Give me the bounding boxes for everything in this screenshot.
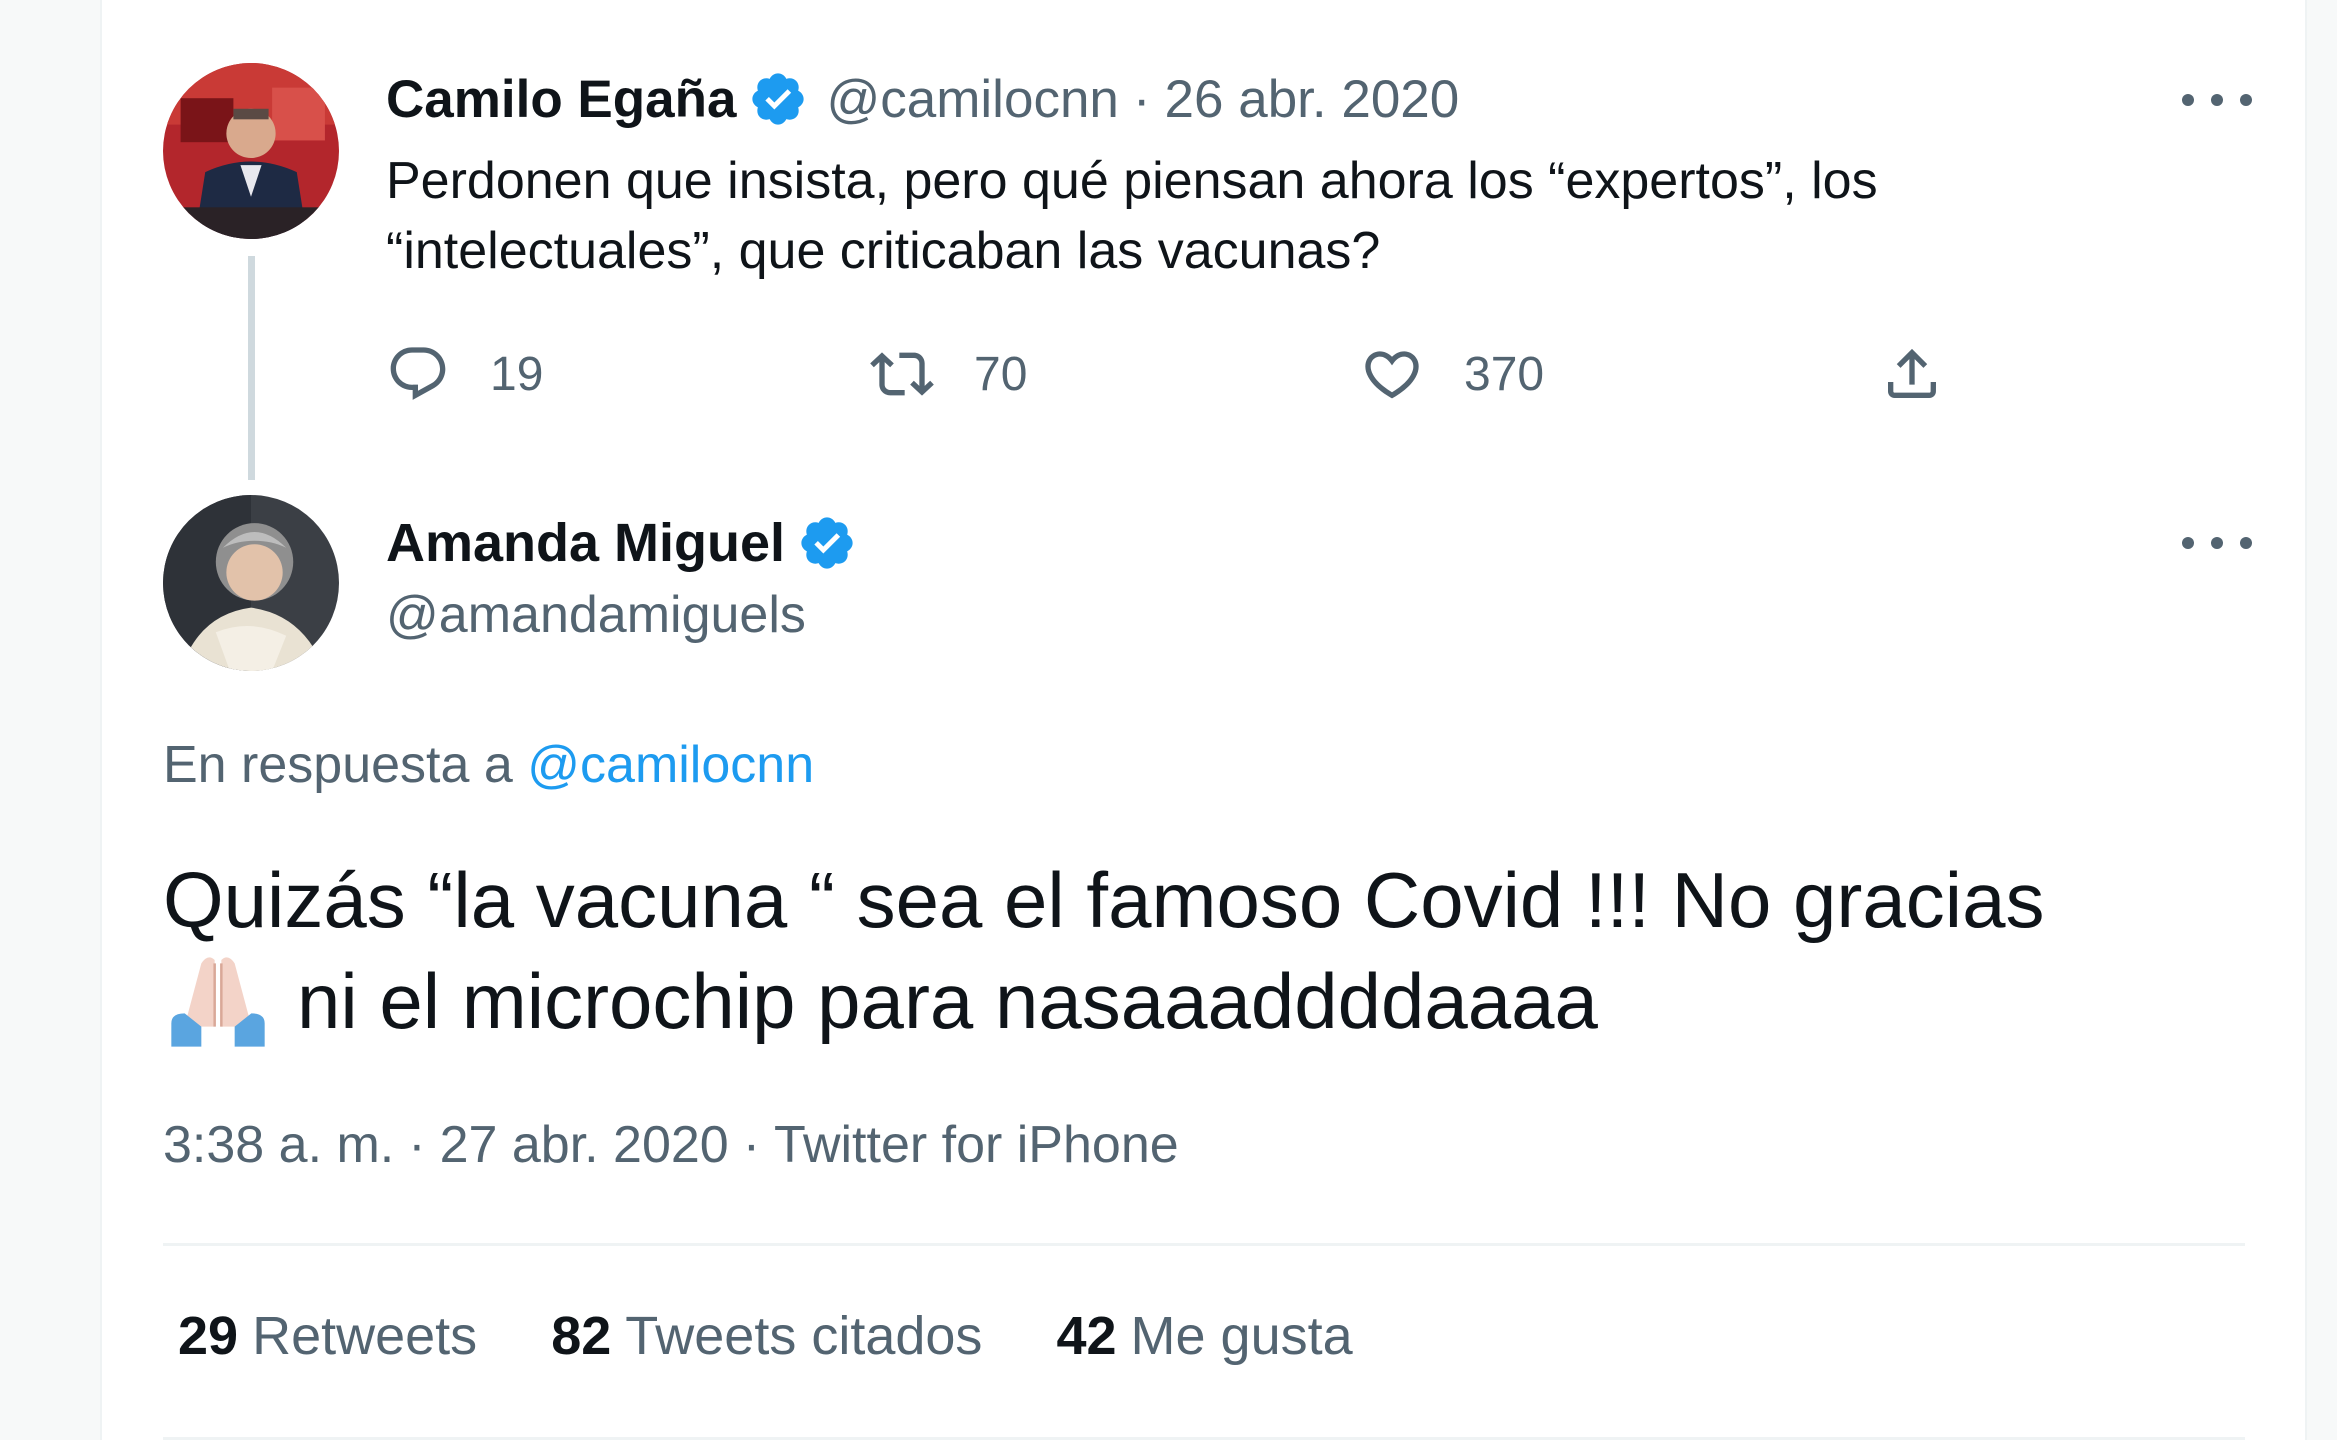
share-icon	[1880, 342, 1944, 406]
likes-count: 42	[1056, 1306, 1117, 1366]
quotes-stat[interactable]: 82 Tweets citados	[551, 1305, 982, 1367]
retweets-stat[interactable]: 29 Retweets	[178, 1305, 477, 1367]
folded-hands-emoji-icon	[163, 950, 273, 1050]
heart-icon	[1360, 342, 1424, 406]
quotes-label: Tweets citados	[625, 1306, 983, 1366]
parent-tweet-text: Perdonen que insista, pero qué piensan a…	[386, 152, 1878, 280]
avatar-amanda-image	[163, 495, 339, 671]
reply-count: 19	[490, 347, 544, 401]
tweet-date[interactable]: 27 abr. 2020	[440, 1116, 729, 1174]
right-scrollbar-area	[2305, 0, 2337, 1440]
parent-tweet-header: Camilo Egaña @camilocnn · 26 abr. 2020	[386, 64, 1459, 134]
reply-context: En respuesta a @camilocnn	[163, 735, 814, 795]
parent-author-handle[interactable]: @camilocnn	[826, 69, 1118, 130]
likes-label: Me gusta	[1130, 1306, 1353, 1366]
reply-icon	[386, 342, 450, 406]
main-author-name[interactable]: Amanda Miguel	[386, 512, 785, 574]
main-tweet-text-line-2: ni el microchip para nasaaaddddaaaa	[297, 957, 1598, 1045]
retweet-count: 70	[974, 347, 1028, 401]
retweet-button[interactable]: 70	[870, 334, 1027, 414]
like-button[interactable]: 370	[1360, 334, 1544, 414]
verified-badge-icon	[797, 513, 857, 573]
avatar-camilo-image	[163, 63, 339, 239]
reply-mention-link[interactable]: @camilocnn	[527, 736, 814, 794]
divider	[163, 1243, 2245, 1246]
main-tweet-text: Quizás “la vacuna “ sea el famoso Covid …	[163, 850, 2303, 1051]
more-options-icon[interactable]	[2182, 523, 2252, 563]
share-button[interactable]	[1880, 334, 1944, 414]
tweet-source[interactable]: Twitter for iPhone	[774, 1116, 1179, 1174]
tweet-time[interactable]: 3:38 a. m.	[163, 1116, 394, 1174]
thread-line	[248, 256, 255, 480]
verified-badge-icon	[748, 69, 808, 129]
header-separator: ·	[1132, 69, 1151, 129]
main-author-handle[interactable]: @amandamiguels	[386, 585, 806, 645]
main-author-name-row: Amanda Miguel	[386, 508, 857, 578]
quotes-count: 82	[551, 1306, 612, 1366]
retweets-label: Retweets	[252, 1306, 478, 1366]
tweet-meta: 3:38 a. m. · 27 abr. 2020 · Twitter for iPho…	[163, 1115, 1179, 1175]
like-count: 370	[1464, 347, 1545, 401]
retweet-icon	[870, 342, 934, 406]
left-gutter	[0, 0, 102, 1440]
meta-separator: ·	[742, 1116, 761, 1174]
parent-tweet-date[interactable]: 26 abr. 2020	[1165, 69, 1460, 130]
reply-button[interactable]: 19	[386, 334, 543, 414]
main-tweet-text-line-1: Quizás “la vacuna “ sea el famoso Covid …	[163, 856, 2045, 944]
avatar-camilo[interactable]	[163, 63, 339, 239]
avatar-amanda[interactable]	[163, 495, 339, 671]
parent-author-name[interactable]: Camilo Egaña	[386, 69, 736, 130]
retweets-count: 29	[178, 1306, 239, 1366]
reply-prefix: En respuesta a	[163, 736, 513, 794]
likes-stat[interactable]: 42 Me gusta	[1056, 1305, 1352, 1367]
more-options-icon[interactable]	[2182, 80, 2252, 120]
meta-separator: ·	[408, 1116, 426, 1174]
main-tweet-text-line-2-row: ni el microchip para nasaaaddddaaaa	[163, 950, 2303, 1051]
tweet-stats: 29 Retweets 82 Tweets citados 42 Me gusta	[178, 1305, 1427, 1367]
